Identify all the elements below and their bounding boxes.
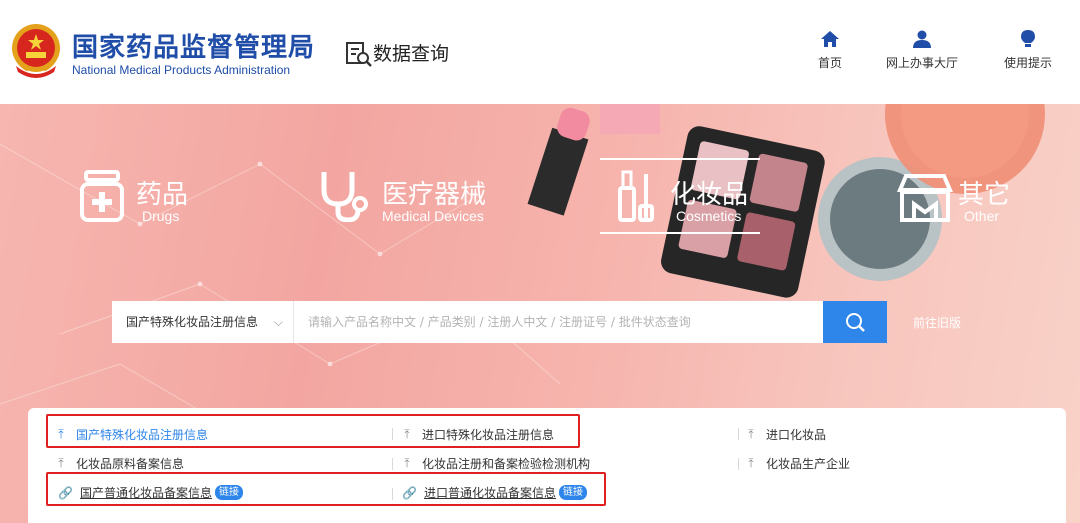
cosmetics-icon — [618, 170, 654, 222]
category-drugs[interactable]: 药品 Drugs — [80, 170, 220, 240]
link-label: 化妆品生产企业 — [766, 457, 851, 471]
category-medical-devices-en: Medical Devices — [382, 208, 484, 224]
link-label: 进口特殊化妆品注册信息 — [422, 428, 555, 442]
store-icon — [896, 174, 954, 222]
nav-online-hall[interactable]: 网上办事大厅 — [886, 30, 958, 71]
data-query-title: 数据查询 — [373, 43, 450, 65]
category-medical-devices[interactable]: 医疗器械 Medical Devices — [320, 170, 500, 240]
link-imported-special-cosmetics-registration[interactable]: ⤒ 进口特殊化妆品注册信息 — [400, 426, 554, 443]
category-drugs-cn: 药品 — [136, 180, 189, 210]
home-icon — [821, 31, 839, 47]
national-emblem-icon — [12, 24, 60, 78]
link-imported-cosmetics[interactable]: ⤒ 进口化妆品 — [744, 426, 826, 443]
link-icon: 🔗 — [58, 485, 73, 500]
upload-icon: ⤒ — [748, 456, 754, 470]
column-separator — [392, 428, 393, 440]
data-query-icon — [346, 42, 372, 67]
category-active-indicator-top — [600, 158, 760, 160]
column-separator — [738, 428, 739, 440]
site-header: 国家药品监督管理局 National Medical Products Admi… — [0, 0, 1080, 104]
link-label: 国产特殊化妆品注册信息 — [76, 428, 209, 442]
link-label: 国产普通化妆品备案信息 — [80, 486, 213, 500]
link-icon: 🔗 — [402, 485, 417, 500]
link-cosmetics-raw-material-filing[interactable]: ⤒ 化妆品原料备案信息 — [54, 455, 184, 472]
old-version-link[interactable]: 前往旧版 — [913, 314, 961, 331]
nav-usage-tips[interactable]: 使用提示 — [1004, 30, 1052, 71]
link-label: 化妆品注册和备案检验检测机构 — [422, 457, 591, 471]
category-other-cn: 其它 — [958, 180, 1011, 210]
upload-icon: ⤒ — [404, 456, 410, 470]
link-imported-ordinary-cosmetics-filing[interactable]: 🔗 进口普通化妆品备案信息 链接 — [402, 484, 588, 501]
category-cosmetics-en: Cosmetics — [676, 208, 742, 224]
org-name-en: National Medical Products Administration — [72, 63, 291, 77]
category-cosmetics-cn: 化妆品 — [670, 180, 749, 210]
user-icon — [913, 30, 931, 48]
nav-usage-tips-label: 使用提示 — [1004, 56, 1053, 70]
database-links-panel: ⤒ 国产特殊化妆品注册信息 ⤒ 进口特殊化妆品注册信息 ⤒ 进口化妆品 ⤒ 化妆… — [28, 408, 1066, 523]
nav-home[interactable]: 首页 — [818, 30, 842, 71]
nav-online-hall-label: 网上办事大厅 — [886, 56, 959, 70]
upload-icon: ⤒ — [748, 427, 754, 441]
search-button[interactable] — [823, 301, 887, 343]
link-domestic-special-cosmetics-registration[interactable]: ⤒ 国产特殊化妆品注册信息 — [54, 426, 208, 443]
search-category-select[interactable]: 国产特殊化妆品注册信息 ⌵ — [112, 301, 294, 343]
link-label: 进口普通化妆品备案信息 — [424, 486, 557, 500]
link-domestic-ordinary-cosmetics-filing[interactable]: 🔗 国产普通化妆品备案信息 链接 — [58, 484, 244, 501]
link-cosmetics-manufacturers[interactable]: ⤒ 化妆品生产企业 — [744, 455, 850, 472]
chevron-down-icon: ⌵ — [273, 315, 283, 329]
upload-icon: ⤒ — [404, 427, 410, 441]
column-separator — [392, 458, 393, 470]
stethoscope-icon — [321, 172, 368, 222]
external-link-badge: 链接 — [215, 485, 244, 500]
org-name-cn: 国家药品监督管理局 — [72, 33, 316, 63]
column-separator — [392, 488, 393, 500]
search-input[interactable] — [294, 301, 823, 343]
search-category-value: 国产特殊化妆品注册信息 — [126, 315, 259, 329]
category-drugs-en: Drugs — [142, 208, 180, 224]
medicine-bottle-icon — [80, 170, 124, 222]
lightbulb-icon — [1021, 30, 1035, 47]
category-cosmetics[interactable]: 化妆品 Cosmetics — [614, 170, 764, 240]
link-testing-institutions[interactable]: ⤒ 化妆品注册和备案检验检测机构 — [400, 455, 590, 472]
nav-home-label: 首页 — [818, 56, 843, 70]
column-separator — [738, 458, 739, 470]
link-label: 进口化妆品 — [766, 428, 827, 442]
upload-icon: ⤒ — [58, 427, 64, 441]
link-label: 化妆品原料备案信息 — [76, 457, 185, 471]
external-link-badge: 链接 — [559, 485, 588, 500]
category-other-en: Other — [964, 208, 1000, 224]
category-active-indicator-bottom — [600, 232, 760, 234]
search-icon — [846, 313, 865, 332]
category-medical-devices-cn: 医疗器械 — [382, 180, 487, 210]
upload-icon: ⤒ — [58, 456, 64, 470]
hero-banner: 药品 Drugs 医疗器械 Medical Devices 化妆品 Cosmet… — [0, 104, 1080, 523]
category-other[interactable]: 其它 Other — [896, 170, 1026, 240]
